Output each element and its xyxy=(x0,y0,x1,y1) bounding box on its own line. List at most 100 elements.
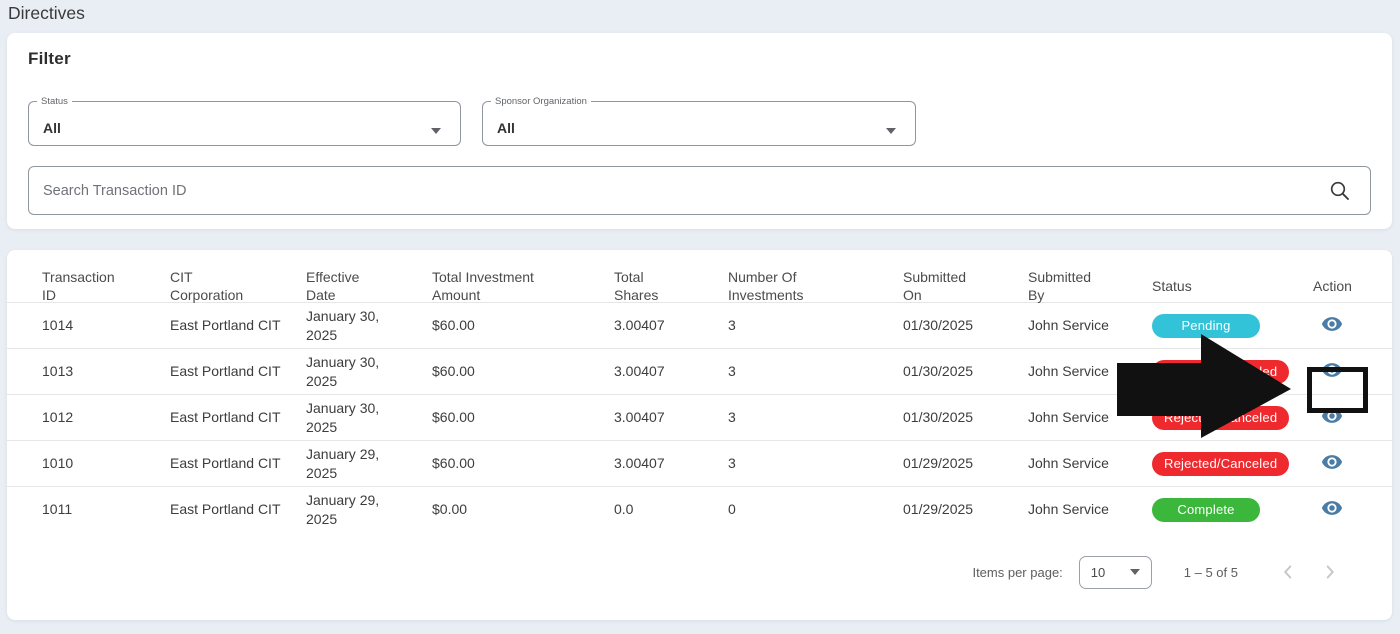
view-button[interactable] xyxy=(1319,451,1345,473)
eye-icon xyxy=(1321,409,1343,423)
status-select-label: Status xyxy=(41,96,68,107)
eye-icon xyxy=(1321,455,1343,469)
table-row[interactable]: 1013 East Portland CIT January 30, 2025 … xyxy=(7,348,1392,394)
cell-submitted-on: 01/29/2025 xyxy=(903,501,974,518)
sponsor-organization-select[interactable]: Sponsor Organization All xyxy=(482,97,916,146)
column-header: Effective Date xyxy=(306,269,360,304)
cell-cit-corporation: East Portland CIT xyxy=(170,317,281,334)
cell-submitted-by: John Service xyxy=(1028,455,1109,472)
cell-status: Rejected/Canceled xyxy=(1152,405,1313,430)
cell-total-investment-amount: $0.00 xyxy=(432,501,468,518)
cell-effective-date: January 30, 2025 xyxy=(306,400,380,435)
cell-status: Rejected/Canceled xyxy=(1152,451,1313,476)
status-badge: Rejected/Canceled xyxy=(1152,359,1290,384)
column-header: CIT Corporation xyxy=(170,269,244,304)
cell-action xyxy=(1313,359,1392,384)
cell-transaction-id: 1011 xyxy=(42,501,73,518)
cell-submitted-by: John Service xyxy=(1028,317,1109,334)
status-select[interactable]: Status All xyxy=(28,97,461,146)
table-row[interactable]: 1012 East Portland CIT January 30, 2025 … xyxy=(7,394,1392,440)
table-row[interactable]: 1014 East Portland CIT January 30, 2025 … xyxy=(7,302,1392,348)
cell-transaction-id: 1013 xyxy=(42,363,74,380)
status-badge: Rejected/Canceled xyxy=(1152,451,1290,476)
view-button[interactable] xyxy=(1319,359,1345,381)
column-header: Total Shares xyxy=(614,269,659,304)
column-header: Transaction ID xyxy=(42,269,115,304)
cell-total-shares: 3.00407 xyxy=(614,455,665,472)
view-button[interactable] xyxy=(1319,313,1345,335)
cell-total-shares: 0.0 xyxy=(614,501,634,518)
table-header-row: Transaction ID CIT Corporation Effective D… xyxy=(7,250,1392,304)
cell-transaction-id: 1014 xyxy=(42,317,74,334)
column-header: Action xyxy=(1313,278,1352,295)
status-badge: Pending xyxy=(1152,313,1260,338)
eye-icon xyxy=(1321,317,1343,331)
paginator: Items per page: 10 1 – 5 of 5 xyxy=(7,552,1392,592)
cell-total-shares: 3.00407 xyxy=(614,317,665,334)
cell-total-investment-amount: $60.00 xyxy=(432,455,475,472)
cell-total-investment-amount: $60.00 xyxy=(432,363,475,380)
chevron-down-icon xyxy=(886,127,896,134)
items-per-page-label: Items per page: xyxy=(972,564,1063,580)
cell-effective-date: January 29, 2025 xyxy=(306,446,380,481)
cell-status: Complete xyxy=(1152,497,1313,522)
directives-table-panel: Transaction ID CIT Corporation Effective D… xyxy=(7,250,1392,620)
filter-panel: Filter Status All Sponsor Organization A… xyxy=(7,33,1392,229)
next-page-button[interactable] xyxy=(1316,558,1344,586)
cell-submitted-by: John Service xyxy=(1028,409,1109,426)
items-per-page-value: 10 xyxy=(1090,564,1106,580)
column-header: Submitted By xyxy=(1028,269,1092,304)
cell-effective-date: January 30, 2025 xyxy=(306,354,380,389)
cell-status: Rejected/Canceled xyxy=(1152,359,1313,384)
cell-total-shares: 3.00407 xyxy=(614,409,665,426)
cell-transaction-id: 1010 xyxy=(42,455,74,472)
status-badge: Complete xyxy=(1152,497,1260,522)
cell-submitted-on: 01/30/2025 xyxy=(903,409,974,426)
page-range-label: 1 – 5 of 5 xyxy=(1183,564,1238,580)
cell-submitted-by: John Service xyxy=(1028,363,1109,380)
chevron-down-icon xyxy=(1129,569,1140,575)
cell-status: Pending xyxy=(1152,313,1313,338)
cell-action xyxy=(1313,497,1392,522)
cell-cit-corporation: East Portland CIT xyxy=(170,409,281,426)
search-input[interactable] xyxy=(43,167,1333,214)
cell-number-of-investments: 3 xyxy=(728,363,736,380)
status-badge: Rejected/Canceled xyxy=(1152,405,1290,430)
eye-icon xyxy=(1321,501,1343,515)
cell-submitted-on: 01/29/2025 xyxy=(903,455,974,472)
table-row[interactable]: 1010 East Portland CIT January 29, 2025 … xyxy=(7,440,1392,486)
view-button[interactable] xyxy=(1319,497,1345,519)
column-header: Submitted On xyxy=(903,269,967,304)
cell-total-investment-amount: $60.00 xyxy=(432,409,475,426)
chevron-right-icon xyxy=(1326,565,1334,579)
items-per-page-select[interactable]: 10 xyxy=(1078,555,1152,589)
sponsor-organization-select-label: Sponsor Organization xyxy=(495,96,587,107)
view-button[interactable] xyxy=(1319,405,1345,427)
cell-number-of-investments: 0 xyxy=(728,501,736,518)
previous-page-button[interactable] xyxy=(1274,558,1302,586)
cell-effective-date: January 29, 2025 xyxy=(306,492,380,527)
table-row[interactable]: 1011 East Portland CIT January 29, 2025 … xyxy=(7,486,1392,532)
cell-submitted-by: John Service xyxy=(1028,501,1109,518)
cell-action xyxy=(1313,405,1392,430)
column-header: Status xyxy=(1152,278,1192,295)
cell-action xyxy=(1313,313,1392,338)
chevron-left-icon xyxy=(1284,565,1292,579)
cell-cit-corporation: East Portland CIT xyxy=(170,455,281,472)
filter-heading: Filter xyxy=(28,49,71,68)
page-title: Directives xyxy=(8,3,85,23)
cell-number-of-investments: 3 xyxy=(728,317,736,334)
cell-total-shares: 3.00407 xyxy=(614,363,665,380)
column-header: Number Of Investments xyxy=(728,269,804,304)
search-field xyxy=(28,166,1371,215)
cell-effective-date: January 30, 2025 xyxy=(306,308,380,343)
search-icon[interactable] xyxy=(1328,179,1352,203)
cell-number-of-investments: 3 xyxy=(728,455,736,472)
cell-submitted-on: 01/30/2025 xyxy=(903,363,974,380)
cell-action xyxy=(1313,451,1392,476)
chevron-down-icon xyxy=(431,127,441,134)
eye-icon xyxy=(1321,363,1343,377)
cell-cit-corporation: East Portland CIT xyxy=(170,363,281,380)
cell-number-of-investments: 3 xyxy=(728,409,736,426)
table-body: 1014 East Portland CIT January 30, 2025 … xyxy=(7,302,1392,532)
